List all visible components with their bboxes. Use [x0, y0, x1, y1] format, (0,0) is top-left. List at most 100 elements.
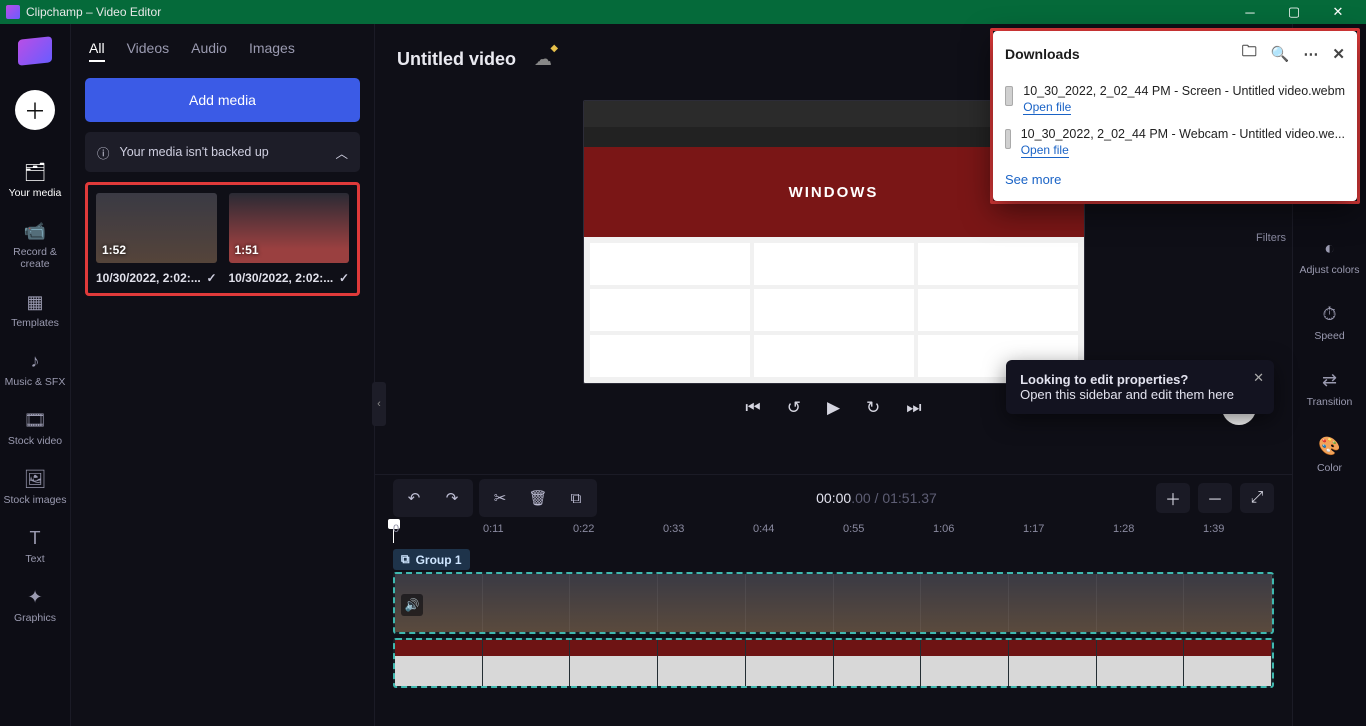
rail-music-sfx[interactable]: ♪Music & SFX — [0, 341, 70, 400]
add-media-button[interactable]: Add media — [85, 78, 360, 122]
contrast-icon: ◐ — [1293, 238, 1366, 259]
prop-color[interactable]: 🎨Color — [1293, 422, 1366, 488]
transition-icon: ⇄ — [1293, 370, 1366, 391]
image-icon: 🖼 — [0, 469, 70, 490]
group-icon: ⧉ — [401, 552, 410, 567]
window-titlebar: Clipchamp – Video Editor ─ ▢ ✕ — [0, 0, 1366, 24]
volume-icon[interactable]: 🔊 — [401, 594, 423, 616]
ruler-mark: 0:44 — [753, 523, 774, 535]
clip-group-label[interactable]: ⧉ Group 1 — [393, 549, 470, 570]
timeline-track-screen[interactable] — [393, 638, 1274, 688]
tooltip-close-button[interactable]: ✕ — [1253, 370, 1264, 386]
properties-tooltip: ✕ Looking to edit properties? Open this … — [1006, 360, 1274, 414]
clip-label: 10/30/2022, 2:02:... — [229, 271, 334, 285]
download-filename: 10_30_2022, 2_02_44 PM - Screen - Untitl… — [1023, 84, 1345, 98]
undo-button[interactable]: ↶ — [397, 483, 431, 513]
tab-videos[interactable]: Videos — [127, 40, 170, 62]
clip-duration: 1:51 — [235, 243, 259, 257]
info-icon: ⓘ — [97, 143, 110, 162]
file-icon — [1005, 129, 1011, 149]
project-title[interactable]: Untitled video — [397, 49, 516, 70]
window-close[interactable]: ✕ — [1316, 0, 1360, 24]
media-panel: All Videos Audio Images Add media ⓘ Your… — [71, 24, 375, 726]
cloud-sync-icon[interactable]: ☁◆ — [534, 49, 552, 70]
ruler-mark: 1:39 — [1203, 523, 1224, 535]
prop-speed[interactable]: ⏱Speed — [1293, 290, 1366, 356]
check-icon: ✓ — [339, 271, 349, 285]
file-icon — [1005, 86, 1013, 106]
backup-text: Your media isn't backed up — [120, 145, 269, 159]
ruler-mark: 0:33 — [663, 523, 684, 535]
music-icon: ♪ — [0, 351, 70, 372]
open-file-link[interactable]: Open file — [1023, 100, 1071, 115]
download-item[interactable]: 10_30_2022, 2_02_44 PM - Screen - Untitl… — [993, 76, 1357, 119]
ruler-mark: 0:11 — [483, 523, 504, 535]
ruler-mark: 1:28 — [1113, 523, 1134, 535]
ruler-mark: 1:06 — [933, 523, 954, 535]
prop-adjust-colors[interactable]: ◐Adjust colors — [1293, 224, 1366, 290]
check-icon: ✓ — [206, 271, 216, 285]
tab-all[interactable]: All — [89, 40, 105, 62]
download-filename: 10_30_2022, 2_02_44 PM - Webcam - Untitl… — [1021, 127, 1345, 141]
app-icon — [6, 5, 20, 19]
redo-button[interactable]: ↷ — [435, 483, 469, 513]
search-icon[interactable]: 🔍 — [1271, 45, 1290, 63]
backup-banner[interactable]: ⓘ Your media isn't backed up ︿ — [85, 132, 360, 172]
tab-audio[interactable]: Audio — [191, 40, 227, 62]
tooltip-body: Open this sidebar and edit them here — [1020, 387, 1234, 402]
download-item[interactable]: 10_30_2022, 2_02_44 PM - Webcam - Untitl… — [993, 119, 1357, 162]
rail-graphics[interactable]: ✦Graphics — [0, 577, 70, 636]
rail-your-media[interactable]: 🗂Your media — [0, 152, 70, 211]
close-icon[interactable]: ✕ — [1332, 45, 1345, 63]
filters-label: Filters — [1256, 232, 1286, 244]
timeline: ↶ ↷ ✂ 🗑 ⧉ 00:00.00 / 01:51.37 ＋ － ⤢ — [375, 474, 1292, 726]
zoom-in-button[interactable]: ＋ — [1156, 483, 1190, 513]
see-more-link[interactable]: See more — [993, 162, 1357, 201]
skip-end-button[interactable]: ⏭ — [906, 398, 921, 418]
camera-icon: 📹 — [0, 221, 70, 242]
open-file-link[interactable]: Open file — [1021, 143, 1069, 158]
rail-templates[interactable]: ▦Templates — [0, 282, 70, 341]
ruler-mark: 0:55 — [843, 523, 864, 535]
downloads-title: Downloads — [1005, 46, 1080, 62]
duplicate-button[interactable]: ⧉ — [559, 483, 593, 513]
prop-transition[interactable]: ⇄Transition — [1293, 356, 1366, 422]
downloads-popup: Downloads 🗀 🔍 ⋯ ✕ 10_30_2022, 2_02_44 PM… — [993, 31, 1357, 201]
preview-banner-text: WINDOWS — [789, 184, 879, 201]
nav-rail: ＋ 🗂Your media 📹Record & create ▦Template… — [0, 24, 71, 726]
fit-timeline-button[interactable]: ⤢ — [1240, 483, 1274, 513]
split-button[interactable]: ✂ — [483, 483, 517, 513]
play-button[interactable]: ▶ — [827, 398, 840, 418]
forward-5s-button[interactable]: ↻ — [866, 398, 880, 418]
add-button[interactable]: ＋ — [15, 90, 55, 130]
media-tabs: All Videos Audio Images — [85, 38, 360, 74]
folder-open-icon[interactable]: 🗀 — [1242, 41, 1257, 66]
media-clip[interactable]: 1:51 10/30/2022, 2:02:... ✓ — [229, 193, 350, 285]
ruler-mark: 0:22 — [573, 523, 594, 535]
more-icon[interactable]: ⋯ — [1303, 45, 1318, 63]
palette-icon: 🎨 — [1293, 436, 1366, 457]
timeline-ruler[interactable]: 0 0:11 0:22 0:33 0:44 0:55 1:06 1:17 1:2… — [393, 523, 1274, 543]
skip-start-button[interactable]: ⏮ — [745, 398, 760, 418]
rail-record-create[interactable]: 📹Record & create — [0, 211, 70, 282]
premium-diamond-icon: ◆ — [550, 43, 558, 54]
chevron-up-icon: ︿ — [335, 143, 348, 162]
downloads-highlight: Downloads 🗀 🔍 ⋯ ✕ 10_30_2022, 2_02_44 PM… — [990, 28, 1360, 204]
rewind-5s-button[interactable]: ↺ — [787, 398, 801, 418]
tab-images[interactable]: Images — [249, 40, 295, 62]
rail-stock-video[interactable]: 🎞Stock video — [0, 400, 70, 459]
delete-button[interactable]: 🗑 — [521, 483, 555, 513]
media-clip[interactable]: 1:52 10/30/2022, 2:02:... ✓ — [96, 193, 217, 285]
speed-icon: ⏱ — [1293, 304, 1366, 325]
rail-text[interactable]: TText — [0, 518, 70, 577]
zoom-out-button[interactable]: － — [1198, 483, 1232, 513]
window-minimize[interactable]: ─ — [1228, 0, 1272, 24]
window-maximize[interactable]: ▢ — [1272, 0, 1316, 24]
media-clips-highlight: 1:52 10/30/2022, 2:02:... ✓ 1:51 10/30/2… — [85, 182, 360, 296]
rail-stock-images[interactable]: 🖼Stock images — [0, 459, 70, 518]
timeline-track-webcam[interactable]: 🔊 — [393, 572, 1274, 634]
clip-thumb: 1:52 — [96, 193, 217, 263]
text-icon: T — [0, 528, 70, 549]
templates-icon: ▦ — [0, 292, 70, 313]
film-icon: 🎞 — [0, 410, 70, 431]
